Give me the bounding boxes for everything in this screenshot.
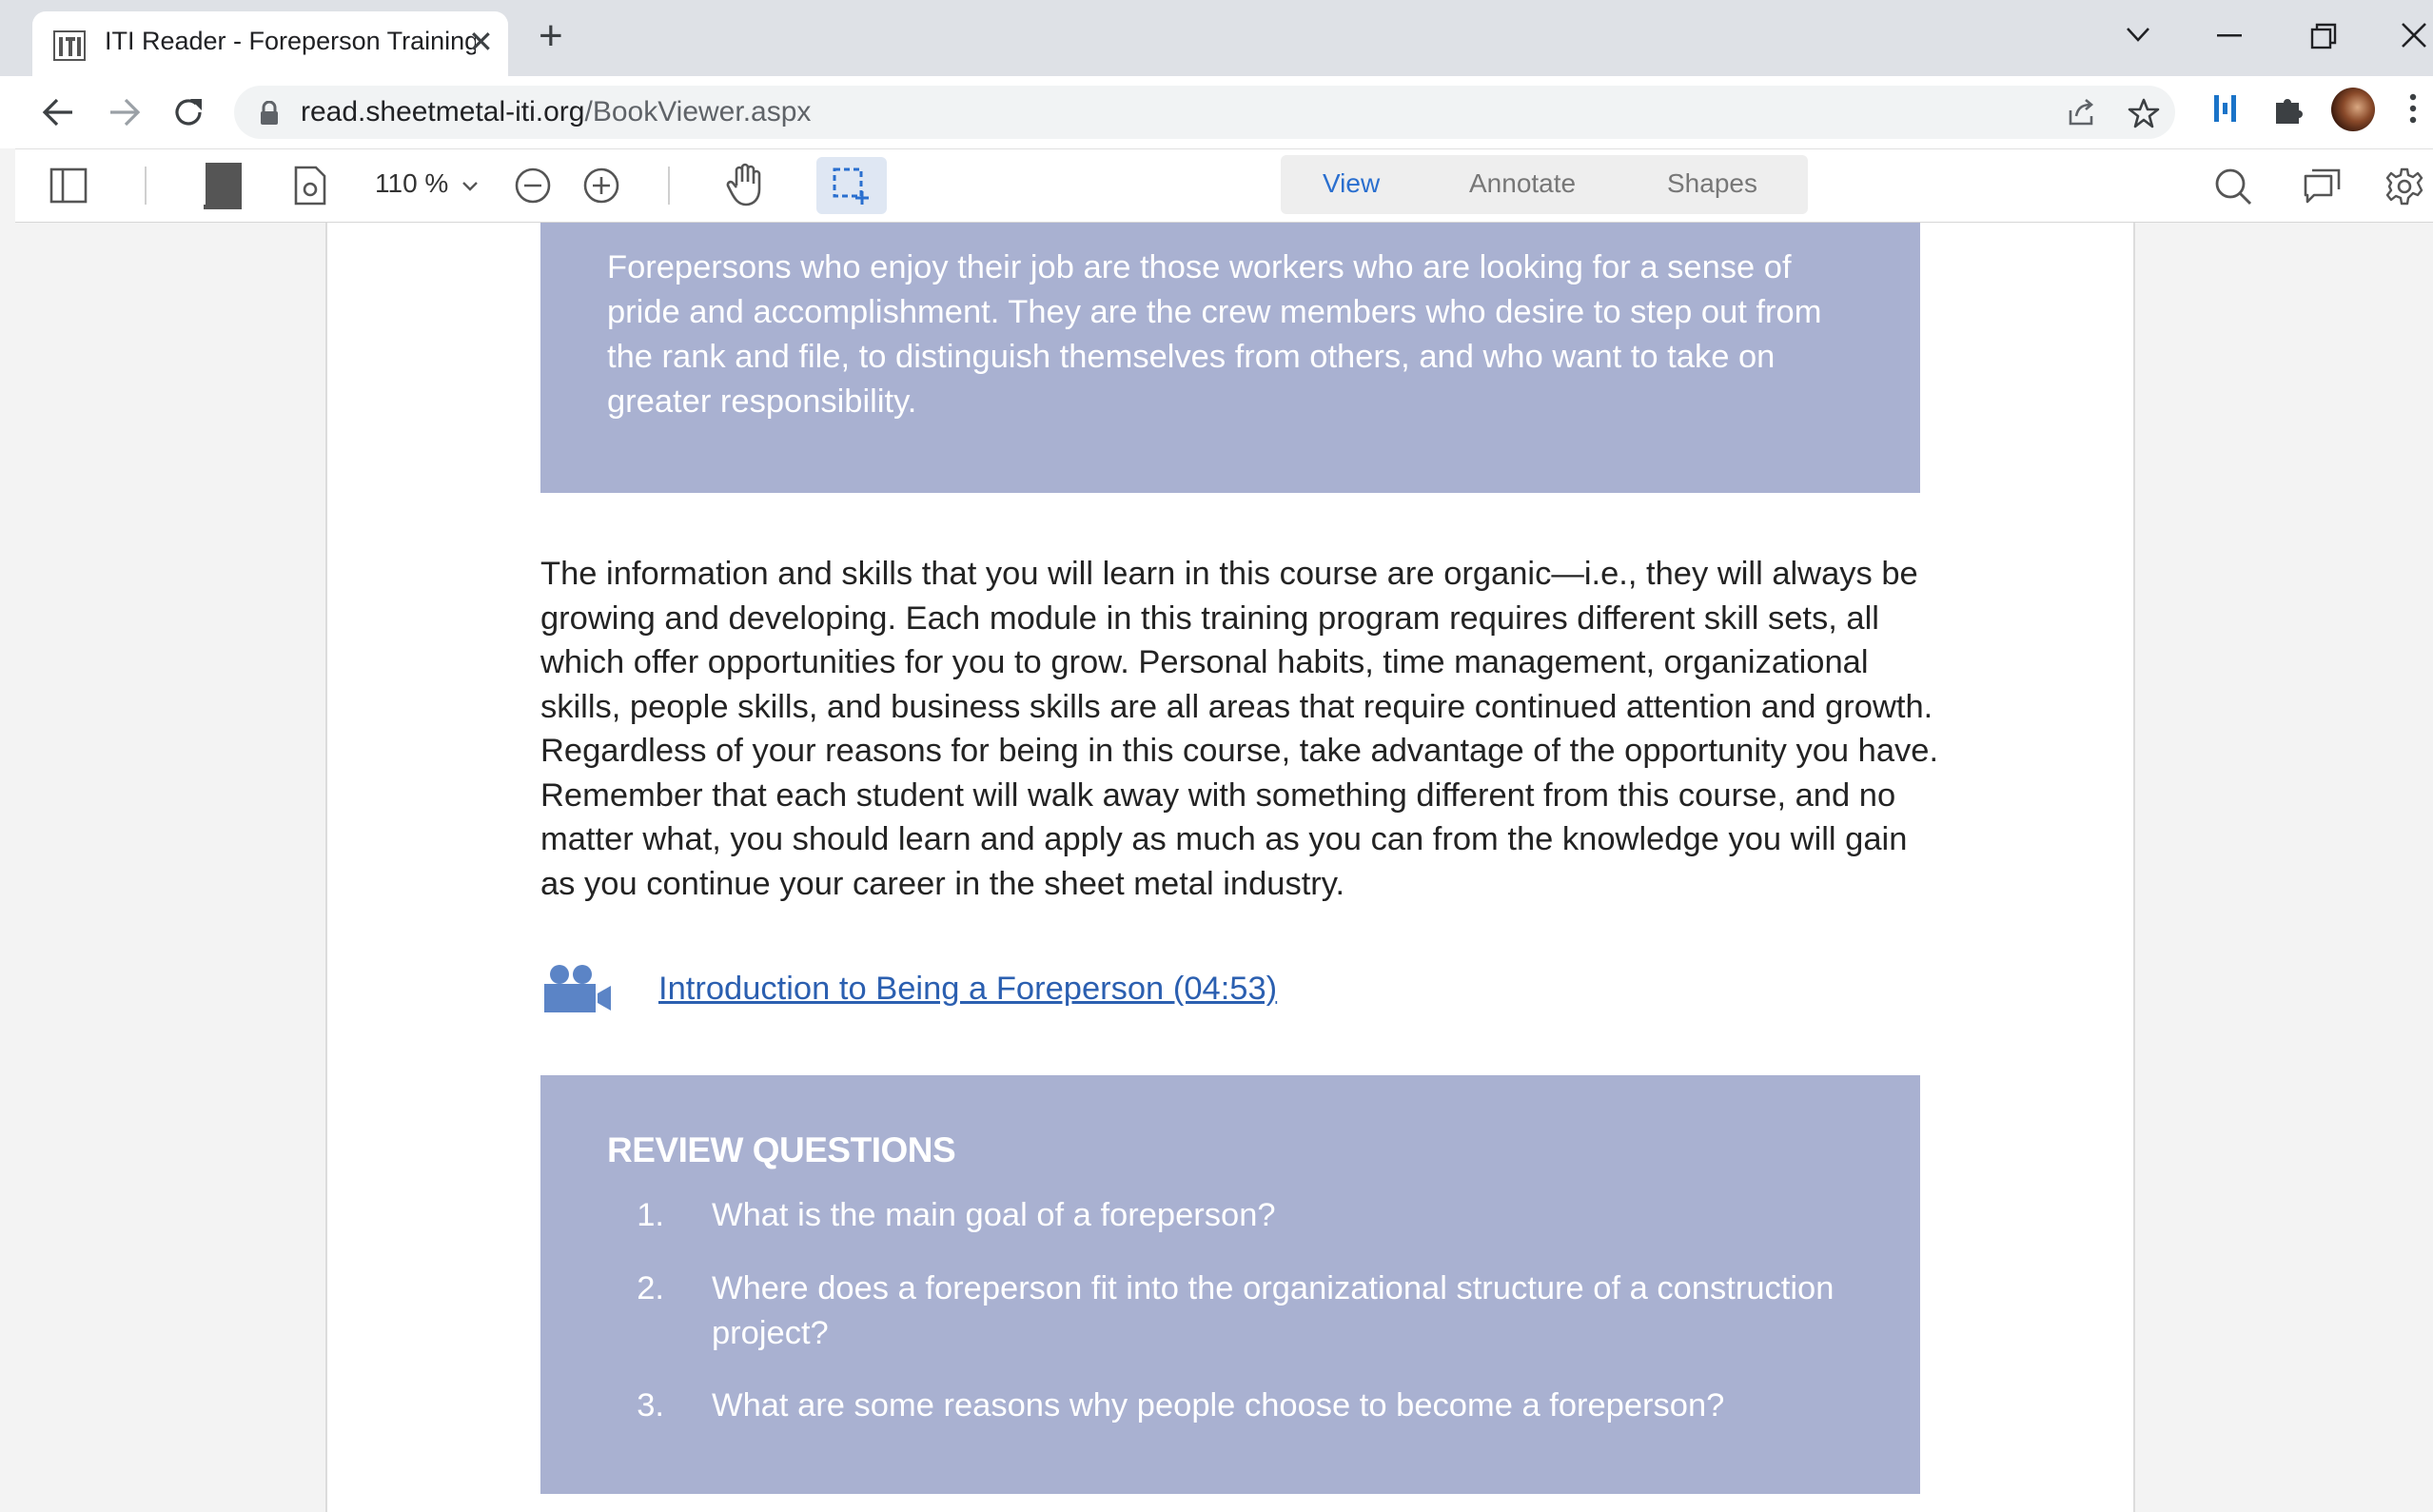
toolbar-separator <box>145 167 147 205</box>
extensions-puzzle-icon[interactable] <box>2272 91 2306 126</box>
tab-view[interactable]: View <box>1323 168 1380 199</box>
callout-text: Forepersons who enjoy their job are thos… <box>607 249 1822 420</box>
comments-panel-icon[interactable] <box>2303 167 2343 206</box>
minimize-icon[interactable] <box>2215 34 2244 38</box>
tab-search-icon[interactable] <box>2124 23 2152 46</box>
callout-box: Forepersons who enjoy their job are thos… <box>540 223 1920 493</box>
zoom-level-select[interactable]: 110 % <box>375 168 479 199</box>
window-close-icon[interactable] <box>2400 21 2428 49</box>
book-icon[interactable] <box>202 161 244 210</box>
zoom-out-icon[interactable] <box>514 167 552 205</box>
page-settings-icon[interactable] <box>293 165 327 206</box>
viewer-left-edge <box>0 148 15 1512</box>
toolbar-separator <box>668 167 670 205</box>
browser-menu-icon[interactable] <box>2407 91 2419 126</box>
chevron-down-icon <box>462 182 478 191</box>
marquee-select-icon <box>833 167 869 205</box>
review-questions-box: REVIEW QUESTIONS 1. What is the main goa… <box>540 1075 1920 1494</box>
new-tab-button[interactable]: + <box>539 13 563 59</box>
url-domain: read.sheetmetal-iti.org <box>301 96 585 128</box>
settings-gear-icon[interactable] <box>2384 167 2424 206</box>
tab-annotate[interactable]: Annotate <box>1469 168 1576 199</box>
tab-title: ITI Reader - Foreperson Training <box>105 27 476 55</box>
share-icon[interactable] <box>2065 97 2097 128</box>
select-tool-button[interactable] <box>816 157 887 214</box>
video-link[interactable]: Introduction to Being a Foreperson (04:5… <box>658 971 1277 1008</box>
mode-switcher: View Annotate Shapes <box>1281 155 1808 214</box>
list-item-number: 3. <box>637 1387 664 1424</box>
bookmark-star-icon[interactable] <box>2128 97 2160 129</box>
lock-icon[interactable] <box>259 101 280 126</box>
forward-icon[interactable] <box>105 93 143 131</box>
iti-favicon-icon <box>53 30 86 61</box>
browser-toolbar: read.sheetmetal-iti.org/BookViewer.aspx <box>0 76 2433 148</box>
extension-bars-icon[interactable] <box>2211 91 2240 126</box>
zoom-level: 110 % <box>375 168 449 198</box>
reader-toolbar: 110 % View Annotate Shapes <box>15 148 2433 223</box>
list-item-text: Where does a foreperson fit into the org… <box>712 1270 1835 1351</box>
back-icon[interactable] <box>40 93 78 131</box>
reload-icon[interactable] <box>169 93 207 131</box>
review-heading: REVIEW QUESTIONS <box>607 1130 956 1169</box>
restore-icon[interactable] <box>2310 23 2337 49</box>
list-item-number: 2. <box>637 1270 664 1306</box>
list-item-text: What is the main goal of a foreperson? <box>712 1197 1276 1233</box>
profile-avatar[interactable] <box>2331 88 2375 131</box>
search-icon[interactable] <box>2213 167 2253 206</box>
tab-close-icon[interactable]: ✕ <box>468 25 494 59</box>
document-page: Forepersons who enjoy their job are thos… <box>325 223 2135 1512</box>
url-path: /BookViewer.aspx <box>584 96 812 128</box>
list-item-number: 1. <box>637 1197 664 1233</box>
zoom-in-icon[interactable] <box>582 167 620 205</box>
video-camera-icon <box>544 965 611 1012</box>
tab-strip: ITI Reader - Foreperson Training ✕ + <box>0 0 2433 76</box>
tab-shapes[interactable]: Shapes <box>1667 168 1757 199</box>
list-item-text: What are some reasons why people choose … <box>712 1387 1725 1424</box>
address-bar[interactable]: read.sheetmetal-iti.org/BookViewer.aspx <box>234 86 2175 139</box>
sidebar-toggle-icon[interactable] <box>49 167 88 205</box>
url-text[interactable]: read.sheetmetal-iti.org/BookViewer.aspx <box>301 96 811 128</box>
browser-tab-active[interactable]: ITI Reader - Foreperson Training ✕ <box>32 11 508 76</box>
body-paragraph: The information and skills that you will… <box>540 556 1939 902</box>
pan-hand-icon[interactable] <box>725 163 765 206</box>
